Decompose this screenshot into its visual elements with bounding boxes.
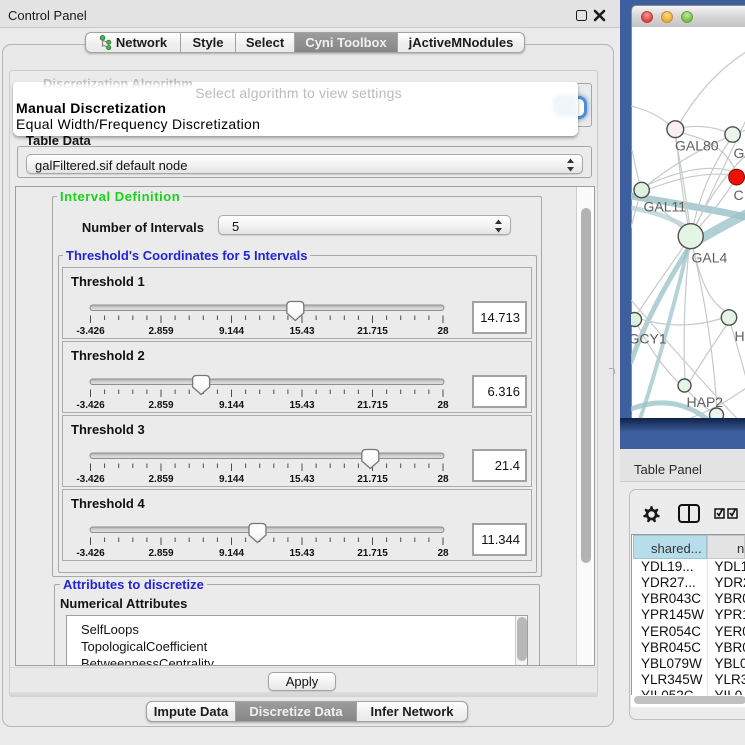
svg-text:GA: GA — [734, 145, 745, 161]
svg-text:15.43: 15.43 — [289, 326, 314, 337]
svg-text:GAL4: GAL4 — [692, 250, 728, 266]
svg-text:H: H — [735, 328, 745, 344]
svg-text:9.144: 9.144 — [219, 548, 244, 559]
svg-text:15.43: 15.43 — [289, 548, 314, 559]
svg-text:21.715: 21.715 — [357, 326, 388, 337]
svg-text:C: C — [734, 187, 744, 203]
svg-text:GAL11: GAL11 — [644, 199, 687, 215]
svg-text:GCY1: GCY1 — [631, 331, 667, 347]
svg-text:2.859: 2.859 — [148, 400, 173, 411]
svg-text:GAL80: GAL80 — [675, 138, 719, 154]
svg-text:HAP2: HAP2 — [687, 394, 724, 410]
svg-text:21.715: 21.715 — [357, 400, 388, 411]
svg-text:28: 28 — [437, 400, 449, 411]
svg-text:-3.426: -3.426 — [76, 326, 105, 337]
svg-text:9.144: 9.144 — [219, 326, 244, 337]
svg-text:15.43: 15.43 — [289, 474, 314, 485]
svg-text:-3.426: -3.426 — [76, 474, 105, 485]
svg-text:15.43: 15.43 — [289, 400, 314, 411]
svg-text:28: 28 — [437, 548, 449, 559]
svg-text:2.859: 2.859 — [148, 326, 173, 337]
svg-text:9.144: 9.144 — [219, 400, 244, 411]
svg-text:28: 28 — [437, 326, 449, 337]
svg-text:-3.426: -3.426 — [76, 400, 105, 411]
svg-text:21.715: 21.715 — [357, 548, 388, 559]
svg-text:2.859: 2.859 — [148, 474, 173, 485]
svg-text:9.144: 9.144 — [219, 474, 244, 485]
svg-text:2.859: 2.859 — [148, 548, 173, 559]
svg-text:28: 28 — [437, 474, 449, 485]
svg-text:21.715: 21.715 — [357, 474, 388, 485]
svg-text:-3.426: -3.426 — [76, 548, 105, 559]
